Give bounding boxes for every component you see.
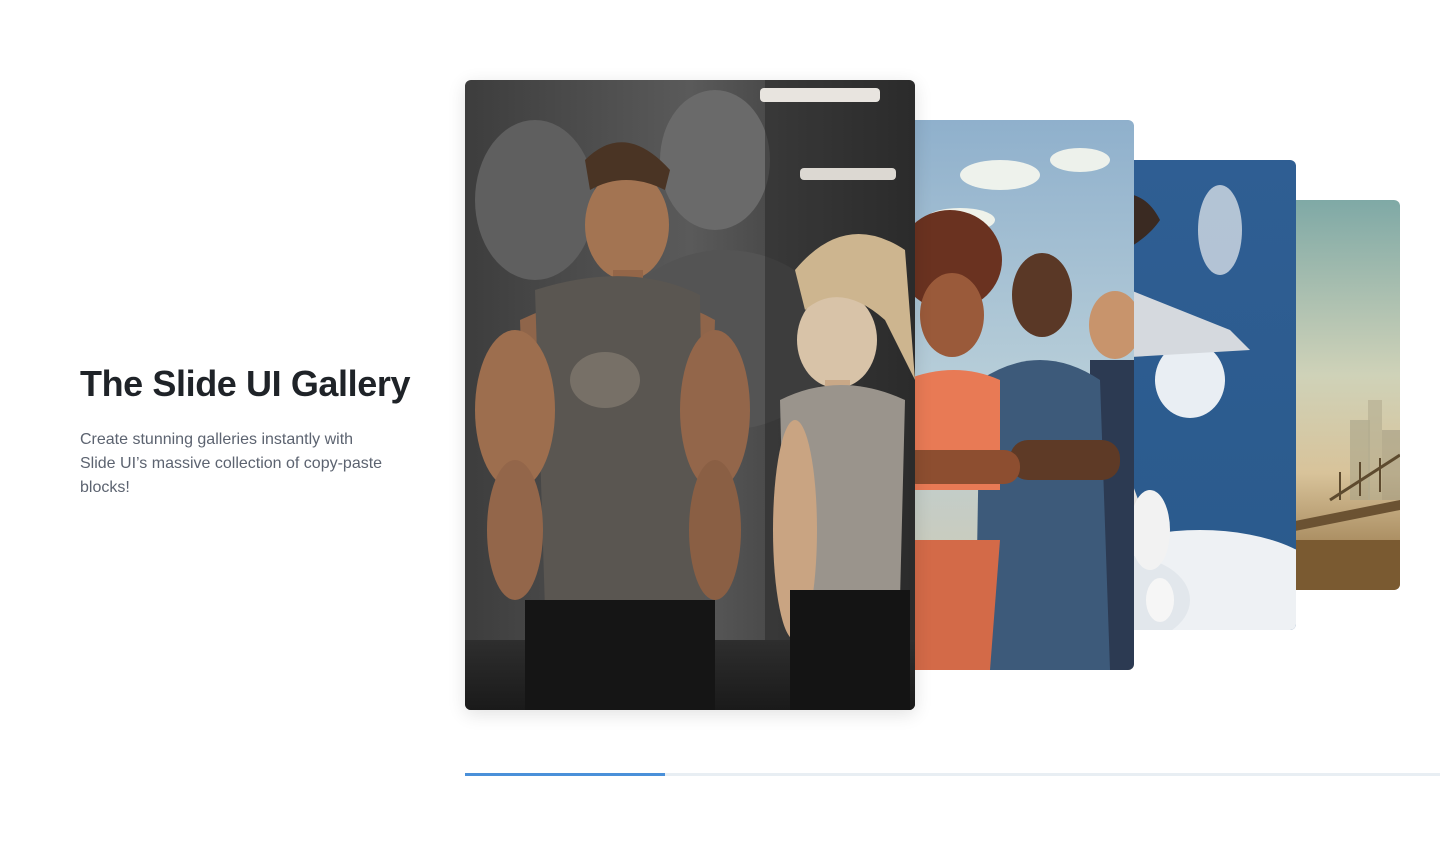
gallery-title: The Slide UI Gallery (80, 363, 411, 404)
gallery-description: Create stunning galleries instantly with… (80, 431, 383, 496)
gym-couple-photo (465, 80, 915, 710)
slider-progress-fill (465, 773, 665, 776)
gallery-section: The Slide UI Gallery Create stunning gal… (0, 0, 1440, 857)
slide-1[interactable] (465, 80, 915, 710)
gallery-intro: The Slide UI Gallery Create stunning gal… (80, 360, 411, 500)
slider-progress-track[interactable] (465, 773, 1440, 776)
